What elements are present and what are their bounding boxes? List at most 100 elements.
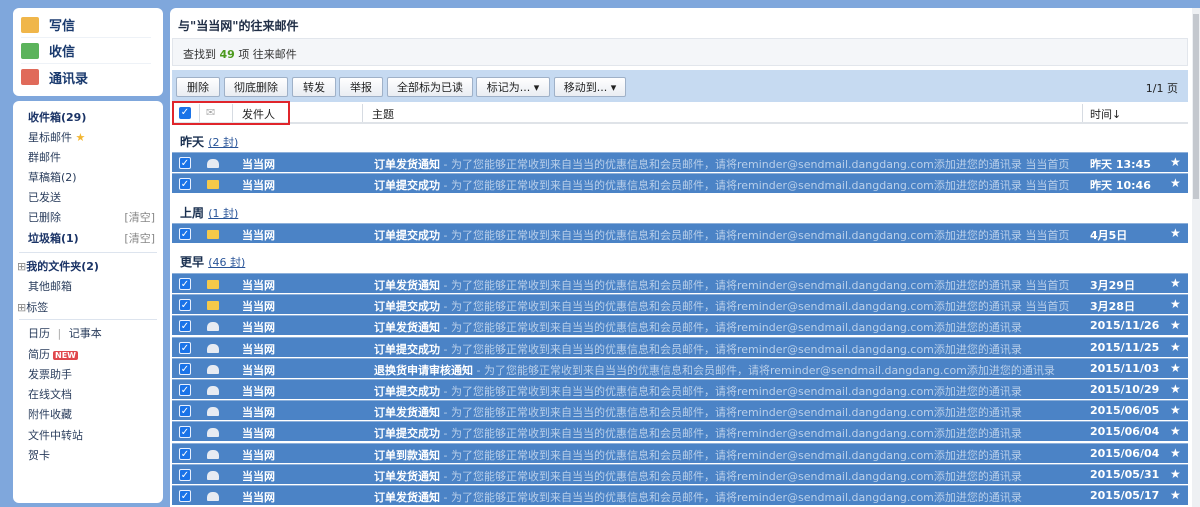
mail-row[interactable]: ✓ 当当网 订单发货通知 - 为了您能够正常收到来自当当的优惠信息和会员邮件，请… xyxy=(172,400,1188,421)
mark-as-dropdown[interactable]: 标记为... ▾ xyxy=(476,77,550,97)
subject[interactable]: 订单发货通知 - 为了您能够正常收到来自当当的优惠信息和会员邮件，请将remin… xyxy=(374,319,1074,335)
move-to-dropdown[interactable]: 移动到... ▾ xyxy=(554,77,626,97)
row-checkbox[interactable]: ✓ xyxy=(179,178,191,190)
row-checkbox[interactable]: ✓ xyxy=(179,299,191,312)
clear-spam-link[interactable]: [清空] xyxy=(124,230,155,246)
star-icon[interactable]: ★ xyxy=(1170,361,1181,375)
delete-button[interactable]: 删除 xyxy=(176,77,220,97)
group-header: 昨天 (2 封) xyxy=(180,133,238,150)
mail-row[interactable]: ✓ 当当网 订单发货通知 - 为了您能够正常收到来自当当的优惠信息和会员邮件，请… xyxy=(172,463,1188,484)
sidebar-item-file-transfer[interactable]: 文件中转站 xyxy=(28,427,83,443)
subject[interactable]: 订单提交成功 - 为了您能够正常收到来自当当的优惠信息和会员邮件，请将remin… xyxy=(374,298,1074,314)
sidebar-item-resume[interactable]: 简历 NEW xyxy=(28,346,78,362)
subject[interactable]: 订单发货通知 - 为了您能够正常收到来自当当的优惠信息和会员邮件，请将remin… xyxy=(374,277,1074,293)
sidebar-item-drafts[interactable]: 草稿箱(2) xyxy=(28,169,77,185)
mark-all-read-button[interactable]: 全部标为已读 xyxy=(387,77,473,97)
sidebar-item-docs[interactable]: 在线文档 xyxy=(28,386,72,402)
sidebar-item-spam[interactable]: 垃圾箱(1) xyxy=(28,230,79,246)
star-icon[interactable]: ★ xyxy=(1170,382,1181,396)
mail-row[interactable]: ✓ 当当网 订单提交成功 - 为了您能够正常收到来自当当的优惠信息和会员邮件，请… xyxy=(172,173,1188,193)
mail-row[interactable]: ✓ 当当网 订单提交成功 - 为了您能够正常收到来自当当的优惠信息和会员邮件，请… xyxy=(172,421,1188,442)
row-checkbox[interactable]: ✓ xyxy=(179,320,191,333)
row-checkbox[interactable]: ✓ xyxy=(179,228,191,240)
group-header: 更早 (46 封) xyxy=(180,253,245,270)
sidebar-item-inbox[interactable]: 收件箱(29) xyxy=(28,109,86,125)
row-checkbox[interactable]: ✓ xyxy=(179,468,191,481)
subject[interactable]: 订单提交成功 - 为了您能够正常收到来自当当的优惠信息和会员邮件，请将remin… xyxy=(374,341,1074,357)
sidebar-item-starred[interactable]: 星标邮件 ★ xyxy=(28,129,85,145)
subject[interactable]: 订单发货通知 - 为了您能够正常收到来自当当的优惠信息和会员邮件，请将remin… xyxy=(374,468,1074,484)
sidebar-item-notes[interactable]: 记事本 xyxy=(69,327,102,340)
mail-row[interactable]: ✓ 当当网 订单到款通知 - 为了您能够正常收到来自当当的优惠信息和会员邮件，请… xyxy=(172,442,1188,463)
time-column-header[interactable]: 时间↓ xyxy=(1090,106,1121,122)
contacts-button[interactable]: 通讯录 xyxy=(21,64,151,90)
star-icon[interactable]: ★ xyxy=(1170,176,1181,190)
subject[interactable]: 退换货申请审核通知 - 为了您能够正常收到来自当当的优惠信息和会员邮件，请将re… xyxy=(374,362,1074,378)
subject[interactable]: 订单发货通知 - 为了您能够正常收到来自当当的优惠信息和会员邮件，请将remin… xyxy=(374,489,1074,505)
star-icon[interactable]: ★ xyxy=(1170,446,1181,460)
group-label: 昨天 xyxy=(180,135,205,149)
mail-row[interactable]: ✓ 当当网 订单提交成功 - 为了您能够正常收到来自当当的优惠信息和会员邮件，请… xyxy=(172,379,1188,399)
sidebar-item-attachments[interactable]: 附件收藏 xyxy=(28,406,72,422)
row-checkbox[interactable]: ✓ xyxy=(179,447,191,460)
star-icon[interactable]: ★ xyxy=(1170,403,1181,417)
tags-label: 标签 xyxy=(26,301,49,314)
subject[interactable]: 订单提交成功 - 为了您能够正常收到来自当当的优惠信息和会员邮件，请将remin… xyxy=(374,425,1074,441)
group-count-link[interactable]: (46 封) xyxy=(208,256,245,269)
sidebar-item-cards[interactable]: 贺卡 xyxy=(28,447,50,463)
mail-row[interactable]: ✓ 当当网 订单发货通知 - 为了您能够正常收到来自当当的优惠信息和会员邮件，请… xyxy=(172,273,1188,293)
row-checkbox[interactable]: ✓ xyxy=(179,426,191,439)
row-checkbox[interactable]: ✓ xyxy=(179,341,191,354)
star-icon[interactable]: ★ xyxy=(1170,488,1181,502)
permanent-delete-button[interactable]: 彻底删除 xyxy=(224,77,288,97)
sidebar-item-other-mailboxes[interactable]: 其他邮箱 xyxy=(28,278,72,294)
mail-row[interactable]: ✓ 当当网 订单提交成功 - 为了您能够正常收到来自当当的优惠信息和会员邮件，请… xyxy=(172,223,1188,243)
star-icon[interactable]: ★ xyxy=(1170,226,1181,240)
subject[interactable]: 订单提交成功 - 为了您能够正常收到来自当当的优惠信息和会员邮件，请将remin… xyxy=(374,383,1074,399)
mail-row[interactable]: ✓ 当当网 订单提交成功 - 为了您能够正常收到来自当当的优惠信息和会员邮件，请… xyxy=(172,294,1188,315)
star-icon[interactable]: ★ xyxy=(1170,297,1181,311)
subject[interactable]: 订单到款通知 - 为了您能够正常收到来自当当的优惠信息和会员邮件，请将remin… xyxy=(374,447,1074,463)
sidebar-item-calendar[interactable]: 日历 xyxy=(28,327,50,340)
sender: 当当网 xyxy=(242,179,275,192)
subject[interactable]: 订单提交成功 - 为了您能够正常收到来自当当的优惠信息和会员邮件，请将remin… xyxy=(374,227,1074,243)
row-checkbox[interactable]: ✓ xyxy=(179,362,191,375)
forward-button[interactable]: 转发 xyxy=(292,77,336,97)
star-icon[interactable]: ★ xyxy=(1170,318,1181,332)
row-checkbox[interactable]: ✓ xyxy=(179,278,191,290)
expand-icon[interactable]: ⊞ xyxy=(17,301,26,314)
row-checkbox[interactable]: ✓ xyxy=(179,405,191,418)
mail-row[interactable]: ✓ 当当网 订单发货通知 - 为了您能够正常收到来自当当的优惠信息和会员邮件，请… xyxy=(172,152,1188,172)
opened-envelope-icon xyxy=(207,364,219,374)
star-icon[interactable]: ★ xyxy=(1170,155,1181,169)
star-icon[interactable]: ★ xyxy=(1170,424,1181,438)
group-count-link[interactable]: (1 封) xyxy=(208,207,238,220)
row-checkbox[interactable]: ✓ xyxy=(179,157,191,169)
sidebar-item-my-folders[interactable]: ⊞我的文件夹(2) xyxy=(17,258,99,274)
mail-row[interactable]: ✓ 当当网 订单提交成功 - 为了您能够正常收到来自当当的优惠信息和会员邮件，请… xyxy=(172,336,1188,357)
sidebar-item-deleted[interactable]: 已删除 xyxy=(28,209,61,225)
mail-row[interactable]: ✓ 当当网 订单发货通知 - 为了您能够正常收到来自当当的优惠信息和会员邮件，请… xyxy=(172,485,1188,505)
star-icon[interactable]: ★ xyxy=(1170,467,1181,481)
subject[interactable]: 订单提交成功 - 为了您能够正常收到来自当当的优惠信息和会员邮件，请将remin… xyxy=(374,177,1074,193)
mail-row[interactable]: ✓ 当当网 退换货申请审核通知 - 为了您能够正常收到来自当当的优惠信息和会员邮… xyxy=(172,357,1188,378)
row-checkbox[interactable]: ✓ xyxy=(179,384,191,396)
compose-button[interactable]: 写信 xyxy=(21,12,151,38)
star-icon[interactable]: ★ xyxy=(1170,276,1181,290)
receive-button[interactable]: 收信 xyxy=(21,38,151,64)
sidebar-item-tags[interactable]: ⊞标签 xyxy=(17,299,48,315)
row-checkbox[interactable]: ✓ xyxy=(179,490,191,502)
star-icon[interactable]: ★ xyxy=(1170,340,1181,354)
sidebar-item-invoice[interactable]: 发票助手 xyxy=(28,366,72,382)
subject-column-header[interactable]: 主题 xyxy=(372,106,394,122)
sidebar-item-sent[interactable]: 已发送 xyxy=(28,189,61,205)
report-button[interactable]: 举报 xyxy=(339,77,383,97)
subject[interactable]: 订单发货通知 - 为了您能够正常收到来自当当的优惠信息和会员邮件，请将remin… xyxy=(374,404,1074,420)
subject[interactable]: 订单发货通知 - 为了您能够正常收到来自当当的优惠信息和会员邮件，请将remin… xyxy=(374,156,1074,172)
sidebar-item-group[interactable]: 群邮件 xyxy=(28,149,61,165)
mail-row[interactable]: ✓ 当当网 订单发货通知 - 为了您能够正常收到来自当当的优惠信息和会员邮件，请… xyxy=(172,315,1188,336)
expand-icon[interactable]: ⊞ xyxy=(17,260,26,273)
clear-deleted-link[interactable]: [清空] xyxy=(124,209,155,225)
scrollbar-thumb[interactable] xyxy=(1193,14,1199,199)
group-count-link[interactable]: (2 封) xyxy=(208,136,238,149)
